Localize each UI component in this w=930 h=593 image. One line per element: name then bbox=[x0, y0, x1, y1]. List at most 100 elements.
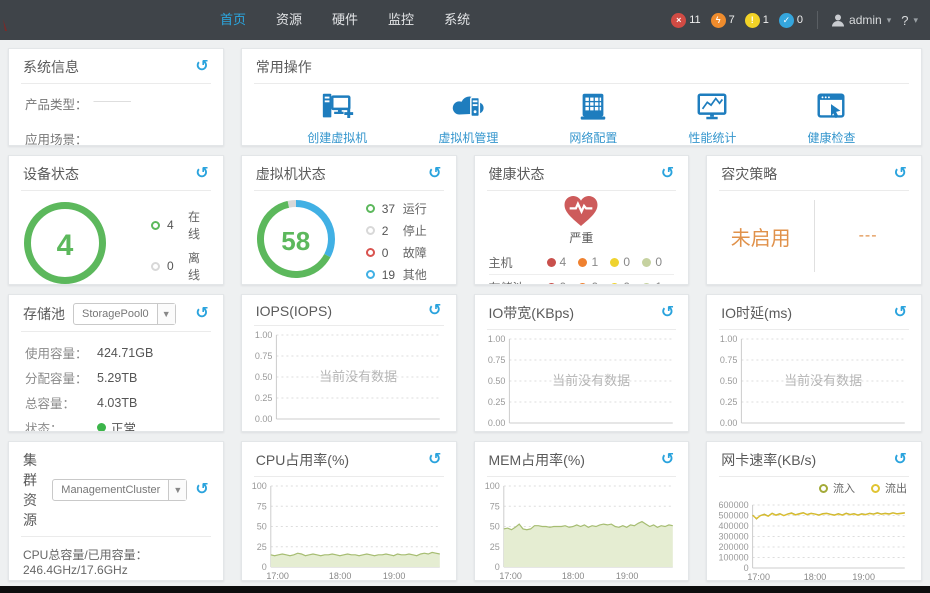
svg-text:25: 25 bbox=[257, 542, 267, 552]
dashboard: 系统信息 ↺ 产品类型：——— 应用场景： 常用操作 创建虚拟机 bbox=[0, 40, 930, 586]
svg-text:0.25: 0.25 bbox=[255, 393, 273, 403]
refresh-icon[interactable]: ↺ bbox=[661, 167, 674, 181]
refresh-icon[interactable]: ↺ bbox=[195, 483, 208, 497]
ring-icon bbox=[366, 204, 375, 213]
panel-io-bandwidth: IO带宽(KBps) ↺ 0.000.250.500.751.00当前没有数据 bbox=[474, 294, 690, 432]
action-create-vm[interactable]: 创建虚拟机 bbox=[307, 90, 367, 146]
refresh-icon[interactable]: ↺ bbox=[894, 453, 907, 467]
svg-text:17:00: 17:00 bbox=[499, 571, 522, 581]
action-label: 健康检查 bbox=[807, 129, 855, 146]
svg-text:0.00: 0.00 bbox=[720, 418, 738, 428]
legend-offline: 0 离线 bbox=[151, 249, 209, 283]
vm-status-donut: 58 bbox=[256, 199, 336, 284]
svg-text:当前没有数据: 当前没有数据 bbox=[319, 369, 397, 384]
chevron-down-icon: ▼ bbox=[168, 480, 186, 500]
legend-outflow[interactable]: 流出 bbox=[871, 480, 907, 496]
dot-major bbox=[578, 258, 587, 267]
dot-critical bbox=[547, 283, 556, 286]
svg-text:300000: 300000 bbox=[719, 532, 749, 542]
panel-title: 设备状态 bbox=[23, 164, 79, 184]
critical-icon: × bbox=[671, 13, 686, 28]
panel-title: 常用操作 bbox=[256, 57, 312, 77]
chevron-down-icon: ▾ bbox=[887, 15, 892, 26]
panel-system-info: 系统信息 ↺ 产品类型：——— 应用场景： bbox=[8, 48, 224, 146]
action-network-config[interactable]: 网络配置 bbox=[569, 90, 617, 146]
panel-title: MEM占用率(%) bbox=[489, 450, 585, 470]
svg-text:19:00: 19:00 bbox=[853, 572, 876, 581]
refresh-icon[interactable]: ↺ bbox=[428, 167, 441, 181]
panel-title: 存储池 bbox=[23, 304, 65, 324]
refresh-icon[interactable]: ↺ bbox=[894, 306, 907, 320]
panel-title: 虚拟机状态 bbox=[256, 164, 326, 184]
dot-major bbox=[578, 283, 587, 286]
nav-item-system[interactable]: 系统 bbox=[429, 0, 485, 40]
user-menu[interactable]: admin ▾ bbox=[832, 13, 891, 27]
refresh-icon[interactable]: ↺ bbox=[428, 304, 441, 318]
total-capacity-label: 总容量： bbox=[25, 393, 97, 412]
panel-iops: IOPS(IOPS) ↺ 0.000.250.500.751.00当前没有数据 bbox=[241, 294, 457, 432]
svg-text:当前没有数据: 当前没有数据 bbox=[552, 373, 630, 388]
refresh-icon[interactable]: ↺ bbox=[661, 453, 674, 467]
nav-item-home[interactable]: 首页 bbox=[205, 0, 261, 40]
nav-item-resources[interactable]: 资源 bbox=[261, 0, 317, 40]
allocated-capacity-label: 分配容量： bbox=[25, 368, 97, 387]
svg-text:50: 50 bbox=[257, 522, 267, 532]
heart-icon bbox=[562, 194, 600, 228]
action-health-check[interactable]: 健康检查 bbox=[807, 90, 855, 146]
warning-count: 1 bbox=[763, 14, 769, 26]
svg-text:400000: 400000 bbox=[719, 521, 749, 531]
svg-text:0.75: 0.75 bbox=[255, 351, 273, 361]
nav-item-hardware[interactable]: 硬件 bbox=[317, 0, 373, 40]
svg-text:0.50: 0.50 bbox=[487, 376, 505, 386]
device-total: 4 bbox=[23, 201, 107, 285]
cpu-capacity-label: CPU总容量/已用容量： 246.4GHz/17.6GHz bbox=[23, 546, 209, 577]
help-menu[interactable]: ? ▾ bbox=[901, 13, 918, 28]
dr-value: --- bbox=[859, 227, 878, 245]
legend-inflow[interactable]: 流入 bbox=[819, 480, 855, 496]
storage-pool-select[interactable]: StoragePool0 ▼ bbox=[73, 303, 176, 325]
bottom-bar bbox=[0, 586, 930, 593]
ring-icon bbox=[366, 226, 375, 235]
svg-text:75: 75 bbox=[489, 501, 499, 511]
legend-other: 19 其他 bbox=[366, 266, 427, 283]
action-label: 网络配置 bbox=[569, 129, 617, 146]
cluster-select[interactable]: ManagementCluster ▼ bbox=[52, 479, 187, 501]
nav-item-monitoring[interactable]: 监控 bbox=[373, 0, 429, 40]
alarm-major-badge[interactable]: ϟ 7 bbox=[711, 13, 735, 28]
panel-io-latency: IO时延(ms) ↺ 0.000.250.500.751.00当前没有数据 bbox=[706, 294, 922, 432]
svg-text:0.75: 0.75 bbox=[487, 355, 505, 365]
io-bandwidth-chart: 0.000.250.500.751.00当前没有数据 bbox=[479, 334, 681, 430]
svg-text:0.75: 0.75 bbox=[720, 355, 738, 365]
user-icon bbox=[832, 14, 844, 27]
warning-icon: ! bbox=[745, 13, 760, 28]
dot-minor bbox=[610, 258, 619, 267]
panel-cluster-resources: 集群资源 ManagementCluster ▼ ↺ CPU总容量/已用容量： … bbox=[8, 441, 224, 581]
perf-stats-icon bbox=[695, 90, 729, 124]
dr-status: 未启用 bbox=[731, 222, 791, 251]
severity-label: 严重 bbox=[569, 229, 593, 246]
refresh-icon[interactable]: ↺ bbox=[661, 306, 674, 320]
io-latency-chart: 0.000.250.500.751.00当前没有数据 bbox=[711, 334, 913, 430]
alarm-critical-badge[interactable]: × 11 bbox=[671, 13, 700, 28]
alarm-warning-badge[interactable]: ! 1 bbox=[745, 13, 769, 28]
svg-text:19:00: 19:00 bbox=[383, 571, 406, 581]
action-vm-management[interactable]: 虚拟机管理 bbox=[438, 90, 498, 146]
refresh-icon[interactable]: ↺ bbox=[428, 453, 441, 467]
ring-icon bbox=[151, 221, 160, 230]
nic-rate-chart: 010000020000030000040000050000060000017:… bbox=[711, 500, 913, 581]
refresh-icon[interactable]: ↺ bbox=[195, 307, 208, 321]
svg-text:100: 100 bbox=[252, 481, 267, 491]
user-name: admin bbox=[849, 13, 882, 27]
ring-icon bbox=[819, 484, 828, 493]
panel-cpu-usage: CPU占用率(%) ↺ 025507510017:0018:0019:00 bbox=[241, 441, 457, 581]
check-icon: ✓ bbox=[779, 13, 794, 28]
ring-icon bbox=[366, 270, 375, 279]
svg-text:18:00: 18:00 bbox=[329, 571, 352, 581]
svg-text:1.00: 1.00 bbox=[487, 334, 505, 344]
refresh-icon[interactable]: ↺ bbox=[195, 60, 208, 74]
refresh-icon[interactable]: ↺ bbox=[195, 167, 208, 181]
refresh-icon[interactable]: ↺ bbox=[894, 167, 907, 181]
svg-text:1.00: 1.00 bbox=[720, 334, 738, 344]
action-performance-stats[interactable]: 性能统计 bbox=[688, 90, 736, 146]
alarm-info-badge[interactable]: ✓ 0 bbox=[779, 13, 803, 28]
